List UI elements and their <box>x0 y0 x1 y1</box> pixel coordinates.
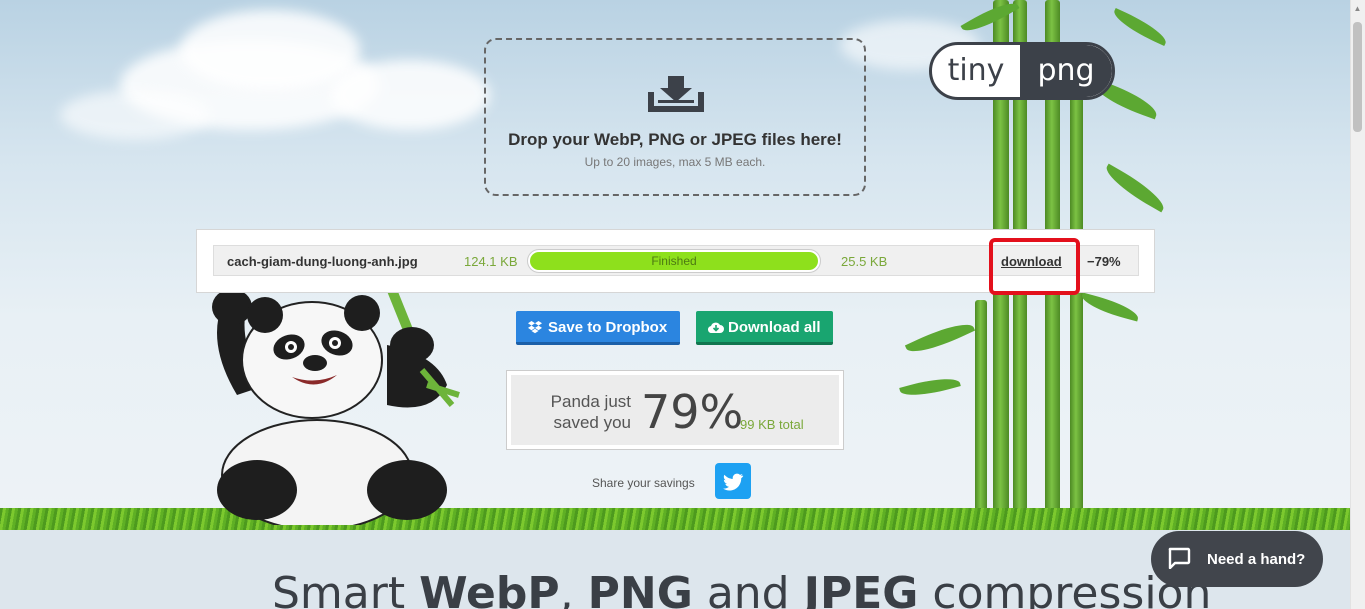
file-name: cach-giam-dung-luong-anh.jpg <box>227 254 418 269</box>
bamboo-leaf <box>1079 292 1141 322</box>
savings-total: 99 KB total <box>740 417 804 432</box>
compressed-size: 25.5 KB <box>841 254 888 269</box>
logo-text-png: png <box>1020 45 1112 97</box>
panda-mascot <box>212 285 460 525</box>
savings-percent: 79% <box>641 385 744 439</box>
tinypng-logo[interactable]: tiny png <box>929 42 1115 100</box>
headline-webp: WebP <box>419 568 560 609</box>
twitter-share-button[interactable] <box>715 463 751 499</box>
download-tray-icon <box>648 76 704 112</box>
dropbox-icon <box>528 321 542 334</box>
headline-sep2: and <box>692 568 804 609</box>
original-size: 124.1 KB <box>464 254 518 269</box>
headline-sep1: , <box>559 568 588 609</box>
share-label: Share your savings <box>592 476 695 490</box>
logo-text-tiny: tiny <box>947 53 1005 88</box>
scroll-up-icon[interactable]: ▲ <box>1353 4 1362 13</box>
reduction-percent: −79% <box>1087 254 1121 269</box>
twitter-icon <box>723 473 744 491</box>
savings-box: Panda just saved you 79% 99 KB total <box>506 370 844 450</box>
cloud <box>180 10 360 90</box>
bamboo-leaf <box>899 372 961 402</box>
savings-label: Panda just saved you <box>550 392 631 432</box>
bamboo-leaf <box>904 315 976 361</box>
bamboo-leaf <box>1100 163 1170 213</box>
download-all-label: Download all <box>728 319 821 336</box>
save-to-dropbox-button[interactable]: Save to Dropbox <box>516 311 680 345</box>
chat-bubble-icon <box>1168 547 1191 569</box>
cloud <box>330 60 490 130</box>
cloud-download-icon <box>708 322 724 333</box>
cloud <box>60 90 210 140</box>
download-highlight-box <box>989 238 1080 295</box>
scrollbar-thumb[interactable] <box>1353 22 1362 132</box>
savings-inner: Panda just saved you 79% 99 KB total <box>511 375 839 445</box>
headline-prefix: Smart <box>272 568 420 609</box>
help-label: Need a hand? <box>1207 551 1306 568</box>
bamboo-leaf <box>1109 7 1171 47</box>
dropbox-button-label: Save to Dropbox <box>548 319 668 336</box>
page-headline: Smart WebP, PNG and JPEG compression <box>272 568 1211 609</box>
file-dropzone[interactable]: Drop your WebP, PNG or JPEG files here! … <box>484 38 866 196</box>
progress-bar: Finished <box>527 249 821 273</box>
need-a-hand-button[interactable]: Need a hand? <box>1151 531 1323 587</box>
dropzone-title: Drop your WebP, PNG or JPEG files here! <box>508 130 842 149</box>
download-all-button[interactable]: Download all <box>696 311 833 345</box>
headline-png: PNG <box>587 568 693 609</box>
bamboo-stalk <box>975 300 987 520</box>
dropzone-subtitle: Up to 20 images, max 5 MB each. <box>584 155 766 169</box>
headline-jpeg: JPEG <box>803 568 919 609</box>
scrollbar[interactable]: ▲ <box>1350 0 1365 609</box>
progress-bar-fill: Finished <box>530 252 818 270</box>
